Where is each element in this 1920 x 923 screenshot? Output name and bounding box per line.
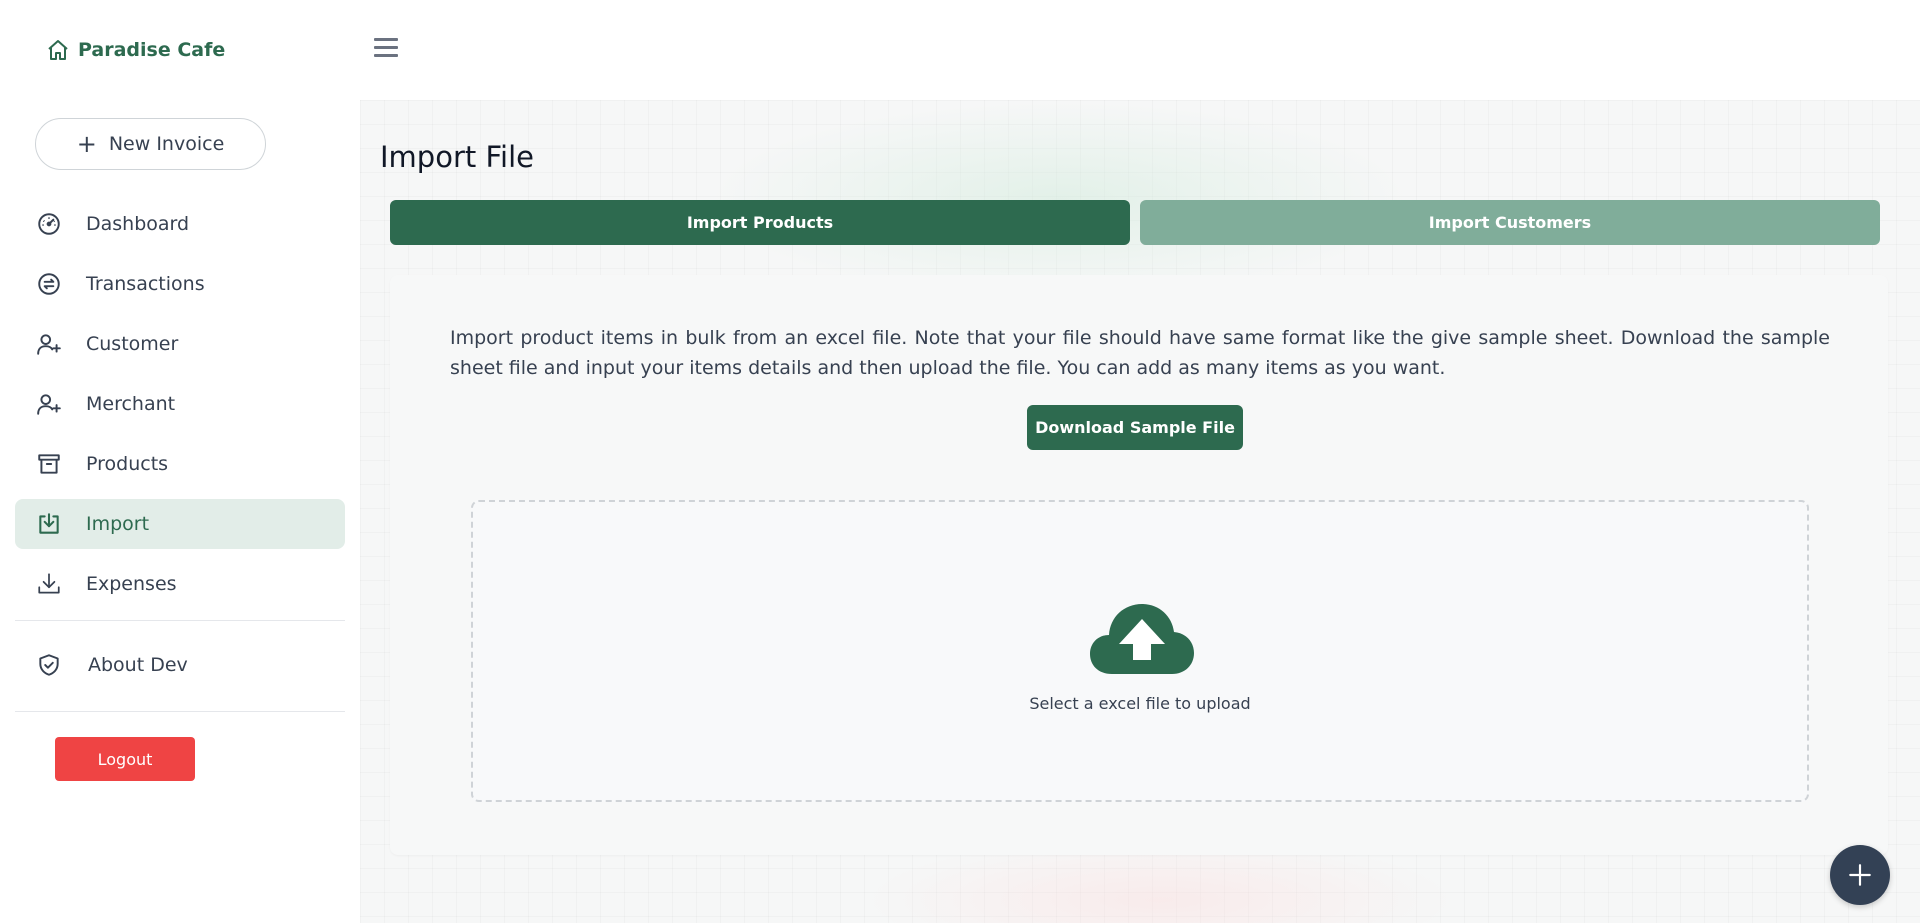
cloud-upload-icon (1090, 604, 1194, 674)
sidebar-item-label: Products (86, 453, 169, 475)
speedometer-icon (36, 211, 62, 237)
hamburger-icon[interactable] (374, 38, 400, 64)
sidebar-item-products[interactable]: Products (15, 439, 345, 489)
sidebar-divider (15, 620, 345, 621)
file-dropzone[interactable]: Select a excel file to upload (471, 500, 1809, 802)
sidebar-item-label: Expenses (86, 573, 177, 595)
user-plus-icon (36, 391, 62, 417)
sidebar-item-import[interactable]: Import (15, 499, 345, 549)
tab-import-customers[interactable]: Import Customers (1140, 200, 1880, 245)
import-card: Import product items in bulk from an exc… (390, 275, 1888, 855)
sidebar-item-merchant[interactable]: Merchant (15, 379, 345, 429)
exchange-icon (36, 271, 62, 297)
import-icon (36, 511, 62, 537)
dropzone-text: Select a excel file to upload (1029, 694, 1251, 713)
new-invoice-button[interactable]: + New Invoice (35, 118, 266, 170)
fab-add-button[interactable] (1830, 845, 1890, 905)
plus-icon (1849, 864, 1871, 886)
plus-icon: + (76, 130, 97, 158)
sidebar-item-expenses[interactable]: Expenses (15, 559, 345, 609)
sidebar-item-transactions[interactable]: Transactions (15, 259, 345, 309)
tab-import-products[interactable]: Import Products (390, 200, 1130, 245)
main-content: Import File Import Products Import Custo… (360, 100, 1920, 923)
sidebar-item-dashboard[interactable]: Dashboard (15, 199, 345, 249)
sidebar-item-label: Customer (86, 333, 179, 355)
brand[interactable]: Paradise Cafe (46, 36, 225, 64)
brand-name: Paradise Cafe (78, 39, 226, 61)
shield-check-icon (36, 652, 62, 678)
archive-icon (36, 451, 62, 477)
user-plus-icon (36, 331, 62, 357)
topbar (360, 0, 1920, 100)
import-description: Import product items in bulk from an exc… (450, 327, 1830, 379)
page-title: Import File (380, 140, 534, 174)
new-invoice-label: New Invoice (108, 133, 225, 155)
sidebar-item-label: Import (86, 513, 150, 535)
sidebar-divider (15, 711, 345, 712)
home-icon (48, 40, 68, 60)
logout-button[interactable]: Logout (55, 737, 195, 781)
sidebar-item-label: Dashboard (86, 213, 190, 235)
download-sample-button[interactable]: Download Sample File (1027, 405, 1243, 450)
sidebar-item-customer[interactable]: Customer (15, 319, 345, 369)
sidebar-item-label: Transactions (86, 273, 205, 295)
download-icon (36, 571, 62, 597)
sidebar-item-about-dev[interactable]: About Dev (15, 640, 345, 690)
sidebar: Paradise Cafe + New Invoice Dashboard Tr… (0, 0, 360, 923)
sidebar-item-label: Merchant (86, 393, 176, 415)
sidebar-item-label: About Dev (88, 654, 188, 676)
